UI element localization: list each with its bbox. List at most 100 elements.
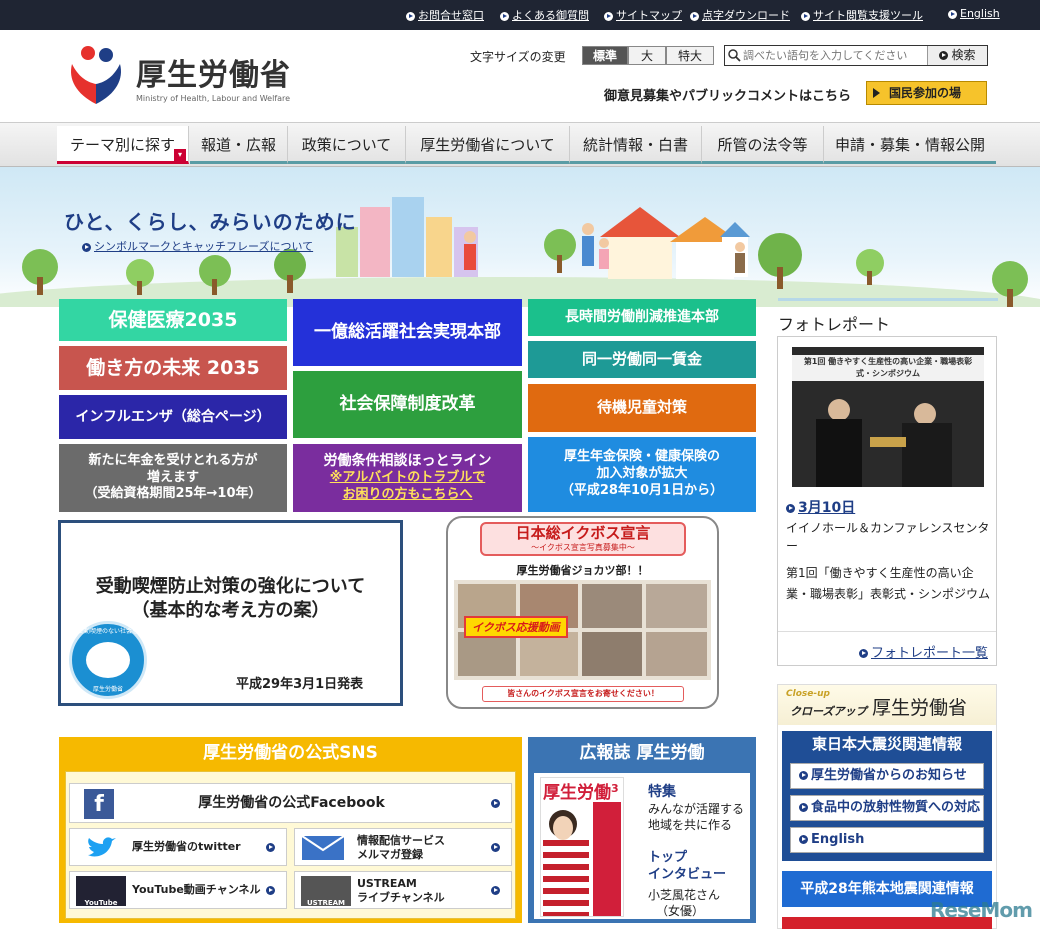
mailmagazine-link[interactable]: 情報配信サービス メルマガ登録 — [294, 828, 512, 866]
tile-kousei-nenkin[interactable]: 厚生年金保険・健康保険の 加入対象が拡大 （平成28年10月1日から） — [528, 437, 756, 512]
twitter-icon — [88, 837, 116, 857]
closeup-label: クローズアップ — [790, 705, 867, 718]
nav-press[interactable]: 報道・広報 — [190, 126, 288, 164]
kouhou-tokushu: 特集 — [648, 784, 676, 800]
ustream-link[interactable]: USTREAM USTREAM ライブチャンネル — [294, 871, 512, 909]
kouhou-guest: 小芝風花さん （女優） — [648, 887, 720, 919]
smoke-badge-bottom: 厚生労働省 — [92, 686, 123, 693]
interview-line2: インタビュー — [648, 867, 727, 882]
smoke-badge-top: 受動喫煙のない社会を — [77, 628, 138, 635]
arrow-icon — [491, 843, 500, 852]
link-english[interactable]: English — [948, 7, 1000, 20]
tile-choujikan[interactable]: 長時間労働削減推進本部 — [528, 299, 756, 336]
tile-douitsu[interactable]: 同一労働同一賃金 — [528, 341, 756, 378]
closeup-title: 厚生労働省 — [872, 697, 968, 719]
kokumin-button[interactable]: 国民参加の場 — [866, 81, 987, 105]
tile-roudou-sub1: ※アルバイトのトラブルで — [329, 470, 486, 486]
earthquake-notice-link[interactable]: 厚生労働省からのお知らせ — [790, 763, 984, 789]
arrow-icon — [604, 11, 613, 21]
font-size-xlarge-button[interactable]: 特大 — [666, 46, 714, 65]
logo-icon[interactable] — [66, 44, 126, 108]
nav-policy[interactable]: 政策について — [288, 126, 406, 164]
twitter-link[interactable]: 厚生労働省のtwitter — [69, 828, 287, 866]
twitter-label: 厚生労働省のtwitter — [132, 840, 241, 853]
arrow-icon — [82, 242, 91, 252]
ikuboss-banner[interactable]: 日本総イクボス宣言 〜イクボス宣言写真募集中〜 厚生労働省ジョカツ部！！ イクボ… — [446, 516, 719, 709]
search-input[interactable] — [743, 47, 933, 64]
tile-roudou-title: 労働条件相談ほっとライン — [323, 453, 492, 470]
tile-hoken-iryou[interactable]: 保健医療2035 — [59, 299, 287, 341]
radioactive-food-label: 食品中の放射性物質への対応 — [811, 800, 981, 815]
closeup-small: Close-up — [786, 689, 830, 699]
radioactive-food-link[interactable]: 食品中の放射性物質への対応 — [790, 795, 984, 821]
mail-label: 情報配信サービス メルマガ登録 — [357, 834, 445, 862]
photo-date: 3月10日 — [798, 500, 856, 516]
photo-report-box: 第1回 働きやすく生産性の高い企業・職場表彰式・シンポジウム 3月10日 イイノ… — [777, 336, 997, 666]
symbol-mark-link[interactable]: シンボルマークとキャッチフレーズについて — [82, 238, 313, 254]
link-contact[interactable]: お問合せ窓口 — [406, 7, 484, 23]
arrow-icon — [873, 88, 880, 98]
tile-shakai-hoshou[interactable]: 社会保障制度改革 — [293, 371, 522, 438]
search-box: 検索 — [724, 45, 988, 66]
ustream-label: USTREAM ライブチャンネル — [357, 877, 445, 905]
earthquake-english-link[interactable]: English — [790, 827, 984, 853]
cover-title: 厚生労働 — [543, 783, 611, 803]
tile-roudou-hotline[interactable]: 労働条件相談ほっとライン ※アルバイトのトラブルで お困りの方もこちらへ — [293, 444, 522, 512]
ustream-label-line2: ライブチャンネル — [357, 891, 445, 904]
photo-report-image[interactable]: 第1回 働きやすく生産性の高い企業・職場表彰式・シンポジウム — [792, 347, 984, 487]
nav-statistics[interactable]: 統計情報・白書 — [570, 126, 702, 164]
link-braille-label: 点字ダウンロード — [702, 9, 790, 22]
tile-nenkin-line3: （受給資格期間25年→10年） — [84, 486, 262, 502]
font-size-large-button[interactable]: 大 — [628, 46, 666, 65]
kouhou-panel[interactable]: 広報誌 厚生労働 厚生労働 3 特集 みんなが活躍する 地域を共に作る トップ イン… — [528, 737, 756, 923]
facebook-link[interactable]: f 厚生労働省の公式Facebook — [69, 783, 512, 823]
ustream-label-line1: USTREAM — [357, 877, 417, 890]
facebook-label: 厚生労働省の公式Facebook — [198, 795, 385, 811]
photo-date-link[interactable]: 3月10日 — [786, 497, 855, 517]
ikuboss-subtitle: 〜イクボス宣言写真募集中〜 — [531, 543, 635, 552]
nav-about[interactable]: 厚生労働省について — [406, 126, 570, 164]
tile-taiki-jidou[interactable]: 待機児童対策 — [528, 384, 756, 432]
search-button[interactable]: 検索 — [927, 46, 987, 65]
link-faq[interactable]: よくある御質問 — [500, 7, 589, 23]
link-accessibility-label: サイト閲覧支援ツール — [813, 9, 923, 22]
arrow-icon — [799, 771, 808, 780]
youtube-logo-text: YouTube — [84, 899, 118, 907]
passive-smoking-banner[interactable]: 受動喫煙防止対策の強化について （基本的な考え方の案） 受動喫煙のない社会を 厚… — [58, 520, 403, 706]
link-sitemap-label: サイトマップ — [616, 9, 682, 22]
nav-theme[interactable]: テーマ別に探す ▾ — [57, 126, 189, 164]
link-accessibility[interactable]: サイト閲覧支援ツール — [801, 7, 923, 23]
smoke-date: 平成29年3月1日発表 — [236, 677, 364, 692]
link-braille[interactable]: 点字ダウンロード — [690, 7, 790, 23]
tile-kousei-line3: （平成28年10月1日から） — [560, 482, 724, 498]
tile-roudou-sub2: お困りの方もこちらへ — [342, 487, 473, 503]
smoke-badge: 受動喫煙のない社会を 厚生労働省 — [69, 621, 147, 699]
youtube-link[interactable]: YouTube YouTube動画チャンネル — [69, 871, 287, 909]
tile-influenza[interactable]: インフルエンザ（総合ページ） — [59, 395, 287, 439]
earthquake-english-label: English — [811, 832, 865, 847]
tile-kousei-line2: 加入対象が拡大 — [596, 466, 688, 482]
tile-ichioku[interactable]: 一億総活躍社会実現本部 — [293, 299, 522, 366]
guest-line1: 小芝風花さん — [648, 888, 721, 902]
logo-text[interactable]: 厚生労働省 — [136, 50, 291, 94]
photo-report-list-link[interactable]: フォトレポート一覧 — [858, 642, 988, 661]
mail-label-line2: メルマガ登録 — [357, 848, 423, 861]
ikuboss-footer: 皆さんのイクボス宣言をお寄せください！ — [482, 686, 684, 702]
tile-nenkin[interactable]: 新たに年金を受けとれる方が 増えます （受給資格期間25年→10年） — [59, 444, 287, 512]
font-size-standard-button[interactable]: 標準 — [582, 46, 628, 65]
youtube-label: YouTube動画チャンネル — [132, 883, 261, 896]
smoke-title-line1: 受動喫煙防止対策の強化について — [95, 576, 366, 597]
link-sitemap[interactable]: サイトマップ — [604, 7, 682, 23]
nav-theme-label: テーマ別に探す — [69, 136, 175, 154]
nav-laws[interactable]: 所管の法令等 — [702, 126, 824, 164]
tile-hatarakikata[interactable]: 働き方の未来 2035 — [59, 346, 287, 390]
hero-banner — [0, 167, 1040, 307]
nav-applications[interactable]: 申請・募集・情報公開 — [824, 126, 996, 164]
youtube-icon: YouTube — [76, 876, 126, 907]
kouhou-tokushu-text: みんなが活躍する 地域を共に作る — [648, 801, 744, 833]
earthquake-title: 東日本大震災関連情報 — [811, 735, 962, 753]
opinion-link[interactable]: 御意見募集やパブリックコメントはこちら — [604, 85, 851, 104]
tokushu-line2: 地域を共に作る — [648, 818, 733, 832]
utility-bar: お問合せ窓口 よくある御質問 サイトマップ 点字ダウンロード サイト閲覧支援ツー… — [0, 0, 1040, 30]
kouhou-title: 広報誌 厚生労働 — [579, 743, 705, 763]
